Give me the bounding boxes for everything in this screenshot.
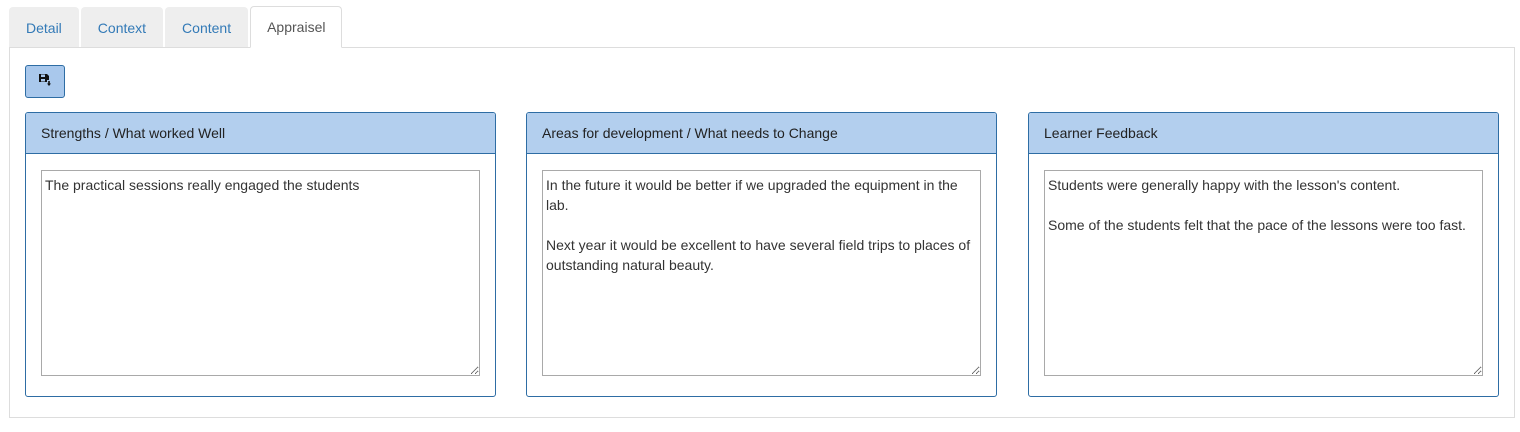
- learner-feedback-panel: Learner Feedback Students were generally…: [1028, 112, 1499, 397]
- development-panel-body: In the future it would be better if we u…: [527, 154, 996, 376]
- learner-feedback-panel-title: Learner Feedback: [1029, 113, 1498, 154]
- strengths-panel: Strengths / What worked Well The practic…: [25, 112, 496, 397]
- tab-bar: Detail Context Content Appraisel: [9, 6, 344, 48]
- save-button[interactable]: [25, 65, 65, 98]
- strengths-panel-title: Strengths / What worked Well: [26, 113, 495, 154]
- tab-content-pane: Strengths / What worked Well The practic…: [9, 47, 1515, 418]
- strengths-textarea[interactable]: The practical sessions really engaged th…: [41, 170, 480, 376]
- tab-detail[interactable]: Detail: [9, 7, 79, 48]
- development-panel: Areas for development / What needs to Ch…: [526, 112, 997, 397]
- tab-context[interactable]: Context: [80, 7, 164, 48]
- strengths-panel-body: The practical sessions really engaged th…: [26, 154, 495, 376]
- learner-feedback-panel-body: Students were generally happy with the l…: [1029, 154, 1498, 376]
- development-panel-title: Areas for development / What needs to Ch…: [527, 113, 996, 154]
- tab-content[interactable]: Content: [165, 7, 249, 48]
- learner-feedback-textarea[interactable]: Students were generally happy with the l…: [1044, 170, 1483, 376]
- development-textarea[interactable]: In the future it would be better if we u…: [542, 170, 981, 376]
- tab-appraisel[interactable]: Appraisel: [250, 6, 343, 48]
- save-icon: [38, 73, 52, 90]
